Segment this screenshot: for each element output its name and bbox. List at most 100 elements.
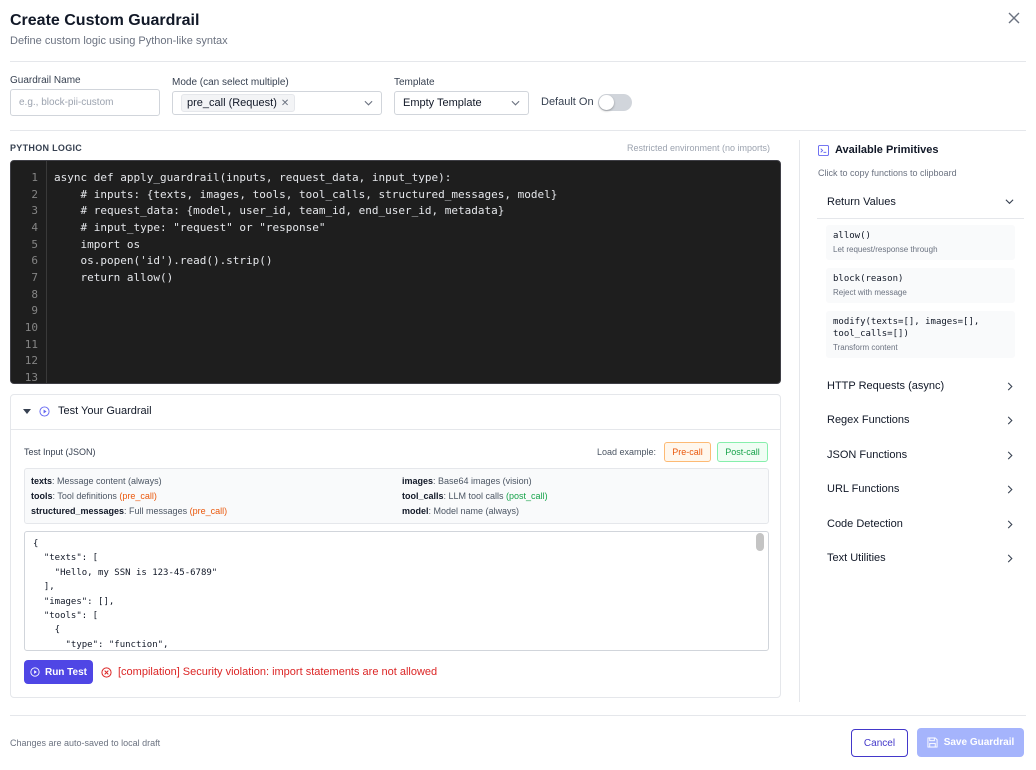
chevron-down-icon	[511, 100, 520, 106]
mode-label: Mode (can select multiple)	[172, 77, 289, 88]
code-editor[interactable]: 1 2 3 4 5 6 7 8 9 10 11 12 13 async def …	[10, 160, 781, 384]
field-structured-messages: structured_messages: Full messages (pre_…	[31, 506, 228, 516]
chevron-down-icon	[1005, 199, 1014, 205]
line-number: 6	[31, 254, 38, 267]
template-select[interactable]: Empty Template	[394, 91, 529, 115]
dialog-title: Create Custom Guardrail	[10, 12, 200, 29]
run-test-button[interactable]: Run Test	[24, 660, 93, 684]
guardrail-name-label: Guardrail Name	[10, 75, 81, 86]
toggle-knob	[599, 95, 614, 110]
guardrail-name-input[interactable]	[10, 89, 160, 116]
line-gutter: 1 2 3 4 5 6 7 8 9 10 11 12 13	[11, 161, 47, 383]
primitive-signature: modify(texts=[], images=[], tool_calls=[…	[833, 317, 980, 339]
url-functions-accordion[interactable]: URL Functions	[817, 472, 1024, 506]
json-functions-accordion[interactable]: JSON Functions	[817, 438, 1024, 472]
chevron-right-icon	[1007, 485, 1013, 493]
code-line: # request_data: {model, user_id, team_id…	[54, 204, 505, 217]
test-guardrail-panel: Test Your Guardrail Test Input (JSON) Lo…	[10, 394, 781, 698]
json-scrollbar-thumb[interactable]	[756, 533, 764, 551]
dialog-subtitle: Define custom logic using Python-like sy…	[10, 35, 228, 47]
play-circle-icon	[39, 405, 50, 417]
primitives-title: Available Primitives	[818, 144, 939, 156]
chevron-right-icon	[1007, 416, 1013, 424]
save-guardrail-button[interactable]: Save Guardrail	[917, 728, 1024, 757]
line-number: 7	[31, 271, 38, 284]
code-line: # inputs: {texts, images, tools, tool_ca…	[54, 188, 558, 201]
category-label: JSON Functions	[827, 449, 908, 461]
field-images: images: Base64 images (vision)	[402, 476, 532, 486]
terminal-icon	[818, 144, 829, 156]
primitive-signature: allow()	[833, 231, 871, 241]
line-number: 1	[31, 171, 38, 184]
line-number: 8	[31, 288, 38, 301]
form-divider	[10, 130, 1026, 131]
line-number: 3	[31, 204, 38, 217]
primitive-modify[interactable]: modify(texts=[], images=[], tool_calls=[…	[826, 311, 1015, 358]
template-label: Template	[394, 77, 435, 88]
error-circle-icon	[101, 666, 112, 678]
error-text: [compilation] Security violation: import…	[118, 666, 438, 678]
header-divider	[10, 61, 1026, 62]
field-texts: texts: Message content (always)	[31, 476, 162, 486]
line-number: 13	[24, 371, 38, 384]
test-section-title: Test Your Guardrail	[58, 405, 152, 417]
chevron-down-icon	[364, 100, 373, 106]
primitive-description: Let request/response through	[833, 245, 938, 254]
play-circle-icon	[30, 667, 40, 677]
return-values-label: Return Values	[827, 195, 896, 208]
error-message: [compilation] Security violation: import…	[101, 666, 437, 678]
line-number: 12	[24, 354, 38, 367]
primitives-title-text: Available Primitives	[835, 144, 939, 156]
python-logic-title: PYTHON LOGIC	[10, 143, 83, 153]
line-number: 5	[31, 238, 38, 251]
line-number: 4	[31, 221, 38, 234]
chevron-right-icon	[1007, 520, 1013, 528]
chevron-right-icon	[1007, 554, 1013, 562]
primitives-subtitle: Click to copy functions to clipboard	[818, 168, 957, 178]
save-guardrail-label: Save Guardrail	[943, 737, 1015, 748]
code-line: return allow()	[54, 271, 174, 284]
post-call-example-button[interactable]: Post-call	[717, 442, 768, 462]
field-tool-calls: tool_calls: LLM tool calls (post_call)	[402, 491, 548, 501]
pre-call-example-button[interactable]: Pre-call	[664, 442, 711, 462]
http-requests-accordion[interactable]: HTTP Requests (async)	[817, 369, 1024, 403]
primitive-signature: block(reason)	[833, 274, 904, 284]
regex-functions-accordion[interactable]: Regex Functions	[817, 403, 1024, 437]
category-label: Code Detection	[827, 518, 903, 530]
test-input-json[interactable]: { "texts": [ "Hello, my SSN is 123-45-67…	[24, 531, 769, 651]
test-section-toggle[interactable]: Test Your Guardrail	[23, 405, 152, 417]
primitive-description: Reject with message	[833, 288, 907, 297]
return-values-accordion[interactable]: Return Values	[817, 185, 1024, 219]
caret-down-icon	[23, 409, 31, 414]
field-model: model: Model name (always)	[402, 506, 520, 516]
default-on-label: Default On	[541, 96, 594, 108]
primitive-block[interactable]: block(reason) Reject with message	[826, 268, 1015, 303]
category-label: URL Functions	[827, 483, 900, 495]
line-number: 10	[24, 321, 38, 334]
category-label: Text Utilities	[827, 552, 886, 564]
run-test-label: Run Test	[44, 666, 88, 678]
category-label: HTTP Requests (async)	[827, 380, 945, 392]
primitive-description: Transform content	[833, 343, 898, 352]
line-number: 11	[24, 338, 38, 351]
cancel-button[interactable]: Cancel	[851, 729, 908, 757]
test-input-label: Test Input (JSON)	[24, 447, 96, 457]
close-icon[interactable]	[1006, 10, 1022, 26]
code-line: os.popen('id').read().strip()	[54, 254, 273, 267]
field-tools: tools: Tool definitions (pre_call)	[31, 491, 157, 501]
test-divider	[11, 429, 780, 430]
chevron-right-icon	[1007, 451, 1013, 459]
code-detection-accordion[interactable]: Code Detection	[817, 507, 1024, 541]
autosave-note: Changes are auto-saved to local draft	[10, 738, 161, 748]
mode-chip-label: pre_call (Request)	[187, 97, 277, 109]
default-on-toggle[interactable]	[598, 94, 632, 111]
code-line: # input_type: "request" or "response"	[54, 221, 326, 234]
template-selected-value: Empty Template	[403, 97, 482, 109]
text-utilities-accordion[interactable]: Text Utilities	[817, 541, 1024, 575]
category-label: Regex Functions	[827, 414, 910, 426]
remove-chip-icon[interactable]: ✕	[281, 98, 289, 109]
save-icon	[927, 737, 938, 748]
mode-select[interactable]: pre_call (Request) ✕	[172, 91, 382, 115]
panel-divider	[799, 140, 800, 702]
primitive-allow[interactable]: allow() Let request/response through	[826, 225, 1015, 260]
